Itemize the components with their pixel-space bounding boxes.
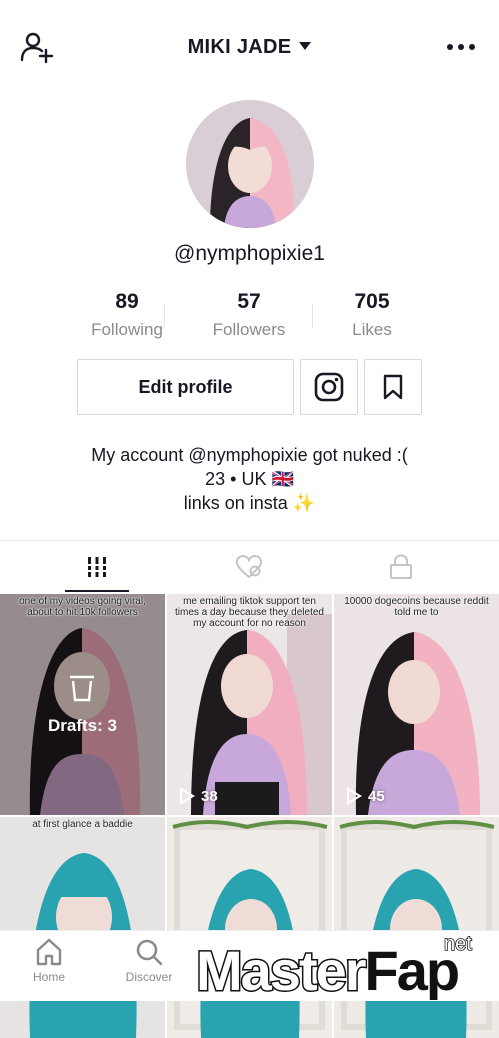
- video-caption: at first glance a baddie: [32, 819, 133, 830]
- video-tile[interactable]: 10000 dogecoins because reddit told me t…: [334, 594, 499, 815]
- video-tile[interactable]: [167, 817, 332, 1038]
- likes-count: 705: [354, 290, 390, 313]
- tab-videos[interactable]: [14, 541, 180, 593]
- likes-label: Likes: [352, 320, 392, 339]
- drafts-count: Drafts: 3: [48, 716, 117, 735]
- bio-line: links on insta ✨: [183, 493, 316, 513]
- video-caption: 10000 dogecoins because reddit told me t…: [344, 596, 489, 618]
- bio: My account @nymphopixie got nuked :( 23 …: [0, 443, 499, 515]
- bio-line: My account @nymphopixie got nuked :(: [91, 445, 408, 465]
- stat-followers[interactable]: 57 Followers: [184, 290, 314, 340]
- top-bar: MIKI JADE: [0, 0, 499, 96]
- username: @nymphopixie1: [174, 242, 325, 265]
- bio-line: 23 • UK 🇬🇧: [205, 469, 294, 489]
- following-count: 89: [115, 290, 139, 313]
- draft-tile[interactable]: one of my videos going viral, about to h…: [0, 594, 165, 815]
- play-icon: [180, 787, 195, 805]
- view-count-value: 38: [201, 787, 218, 805]
- video-thumbnail: [0, 817, 165, 1038]
- trash-icon: [70, 675, 94, 702]
- grid-icon: [87, 557, 107, 577]
- watermark-logo: MasterFap net: [195, 932, 473, 1000]
- video-thumbnail: [167, 817, 332, 1038]
- svg-text:MasterFap: MasterFap: [196, 939, 458, 1000]
- liked-icon: [235, 555, 263, 579]
- bookmark-button[interactable]: [364, 359, 422, 415]
- account-switcher[interactable]: MIKI JADE: [0, 36, 499, 59]
- profile-tabs: [0, 540, 499, 593]
- video-tile[interactable]: [334, 817, 499, 1038]
- lock-icon: [390, 554, 412, 579]
- stat-likes[interactable]: 705 Likes: [307, 290, 437, 340]
- edit-profile-button[interactable]: Edit profile: [77, 359, 294, 415]
- tab-liked[interactable]: [166, 541, 332, 593]
- drafts-overlay: [0, 594, 165, 815]
- instagram-icon: [314, 372, 344, 402]
- stat-divider: [164, 304, 165, 328]
- video-tile[interactable]: at first glance a baddie: [0, 817, 165, 1038]
- view-count-value: 45: [368, 787, 385, 805]
- bookmark-icon: [383, 374, 403, 400]
- video-thumbnail: [334, 594, 499, 815]
- search-icon: [136, 939, 163, 966]
- nav-home[interactable]: Home: [4, 937, 94, 984]
- video-thumbnail: [334, 817, 499, 1038]
- video-tile[interactable]: me emailing tiktok support ten times a d…: [167, 594, 332, 815]
- video-caption: one of my videos going viral, about to h…: [19, 596, 146, 618]
- nav-discover[interactable]: Discover: [104, 937, 194, 984]
- home-icon: [36, 938, 62, 966]
- instagram-button[interactable]: [300, 359, 358, 415]
- active-tab-indicator: [65, 590, 129, 592]
- followers-count: 57: [237, 290, 261, 313]
- more-dots-icon[interactable]: [447, 44, 475, 52]
- view-count: 45: [346, 787, 385, 805]
- tab-private[interactable]: [318, 541, 484, 593]
- nav-discover-label: Discover: [125, 970, 173, 984]
- svg-text:net: net: [444, 933, 472, 955]
- stat-following[interactable]: 89 Following: [62, 290, 192, 340]
- video-caption: me emailing tiktok support ten times a d…: [175, 596, 324, 629]
- page-title: MIKI JADE: [187, 36, 292, 58]
- play-icon: [347, 787, 362, 805]
- avatar[interactable]: [186, 100, 314, 228]
- followers-label: Followers: [212, 320, 286, 339]
- chevron-down-icon: [299, 42, 312, 50]
- view-count: 38: [179, 787, 218, 805]
- following-label: Following: [91, 320, 163, 339]
- nav-home-label: Home: [32, 970, 65, 984]
